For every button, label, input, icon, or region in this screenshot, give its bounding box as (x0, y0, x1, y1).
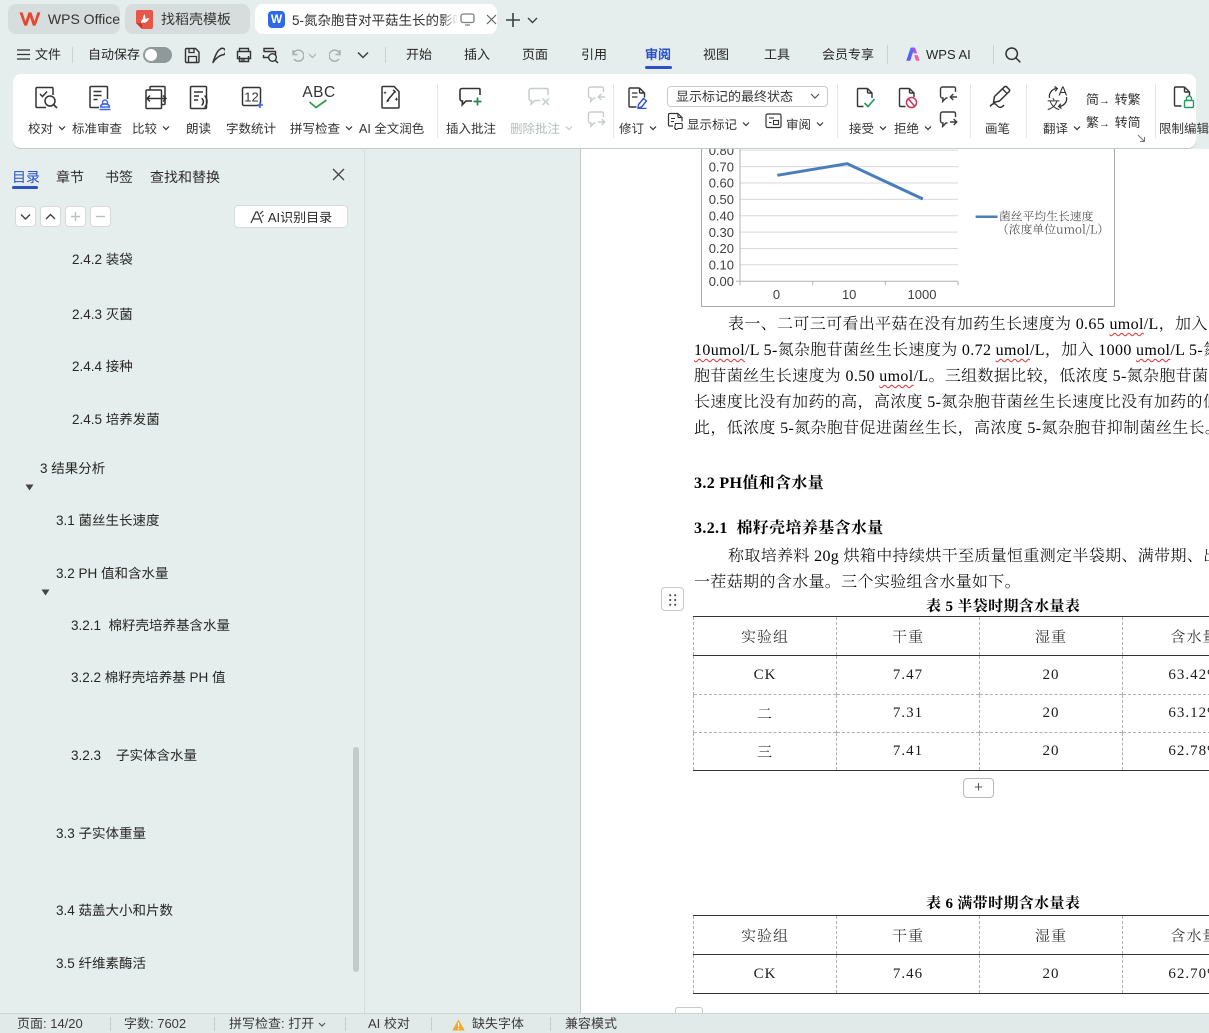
svg-text:0: 0 (773, 287, 780, 302)
svg-text:0.50: 0.50 (709, 192, 734, 207)
svg-text:0.20: 0.20 (709, 241, 734, 256)
svg-text:1000: 1000 (908, 287, 937, 302)
svg-text:12: 12 (244, 90, 258, 105)
svg-text:0.40: 0.40 (709, 208, 734, 223)
svg-text:10: 10 (842, 287, 856, 302)
svg-text:（浓度单位umol/L）: （浓度单位umol/L） (997, 221, 1109, 238)
svg-text:0.60: 0.60 (709, 176, 734, 191)
svg-text:0.80: 0.80 (709, 149, 734, 158)
svg-text:0.70: 0.70 (709, 159, 734, 174)
svg-text:0.30: 0.30 (709, 225, 734, 240)
svg-text:0.00: 0.00 (709, 274, 734, 289)
svg-text:0.10: 0.10 (709, 258, 734, 273)
